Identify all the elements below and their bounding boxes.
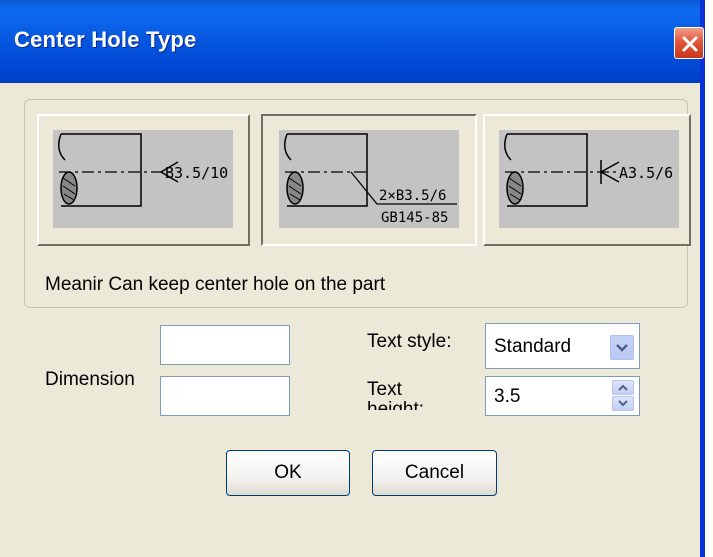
close-icon xyxy=(682,36,698,52)
text-height-label: Text height: xyxy=(367,380,424,410)
text-height-value: 3.5 xyxy=(494,386,521,407)
type-b-preview: B3.5/10 xyxy=(53,130,233,228)
center-hole-drawing-icon: 2×B3.5/6 GB145-85 xyxy=(284,133,457,226)
text-height-label-line1: Text xyxy=(367,380,402,400)
center-hole-drawing-icon: A3.5/6 xyxy=(504,133,673,207)
title-bar[interactable]: Center Hole Type xyxy=(0,0,704,83)
type-2xb-label-bottom: GB145-85 xyxy=(381,210,448,226)
type-b-button[interactable]: B3.5/10 xyxy=(37,114,250,246)
chevron-up-icon xyxy=(618,384,628,391)
center-hole-type-dialog: Center Hole Type B3.5/10 2×B3.5/6 GB145-… xyxy=(0,0,705,557)
center-hole-drawing-icon: B3.5/10 xyxy=(58,133,228,207)
dimension-field-2[interactable] xyxy=(160,376,290,416)
text-style-label: Text style: xyxy=(367,331,452,352)
dropdown-button[interactable] xyxy=(610,335,634,360)
ok-button[interactable]: OK xyxy=(226,450,350,496)
meaning-text: Meanir Can keep center hole on the part xyxy=(45,274,386,295)
type-b-label: B3.5/10 xyxy=(165,164,228,182)
dimension-field-1[interactable] xyxy=(160,325,290,365)
close-button[interactable] xyxy=(674,27,704,59)
spin-up-button[interactable] xyxy=(612,380,634,395)
type-2xb-button[interactable]: 2×B3.5/6 GB145-85 xyxy=(261,114,477,246)
dimension-label: Dimension xyxy=(45,369,135,390)
type-2xb-label-top: 2×B3.5/6 xyxy=(379,188,446,204)
type-a-label: A3.5/6 xyxy=(619,164,673,182)
type-2xb-preview: 2×B3.5/6 GB145-85 xyxy=(279,130,459,228)
chevron-down-icon xyxy=(616,344,628,352)
text-style-value: Standard xyxy=(494,336,572,357)
type-a-preview: A3.5/6 xyxy=(499,130,679,228)
text-style-select[interactable]: Standard xyxy=(485,323,640,369)
text-height-spinner[interactable]: 3.5 xyxy=(485,376,640,416)
spin-down-button[interactable] xyxy=(612,396,634,411)
spinner-arrows xyxy=(612,380,634,412)
text-height-label-line2: height: xyxy=(367,399,425,411)
chevron-down-icon xyxy=(618,400,628,407)
cancel-button[interactable]: Cancel xyxy=(372,450,497,496)
dialog-title: Center Hole Type xyxy=(14,27,197,52)
type-a-button[interactable]: A3.5/6 xyxy=(483,114,691,246)
